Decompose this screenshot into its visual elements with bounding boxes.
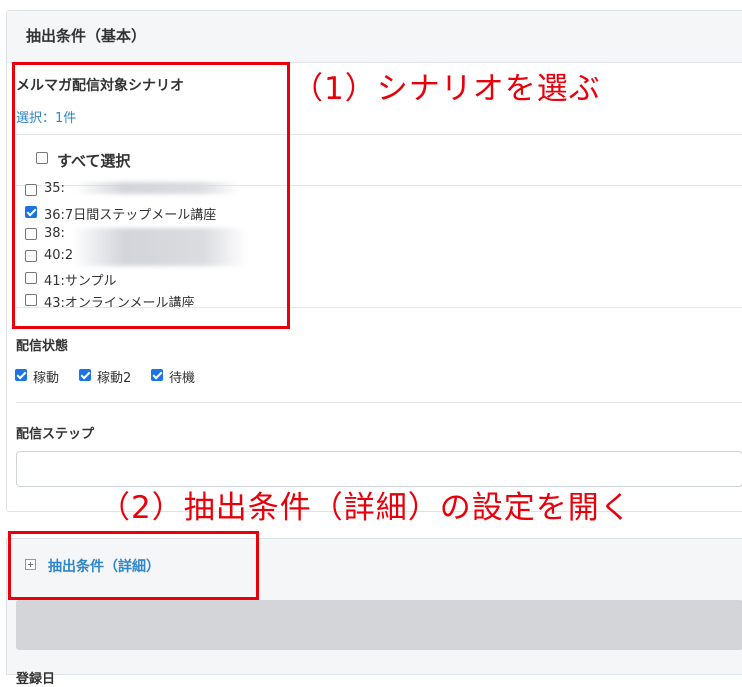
status-option-label: 稼動2	[97, 371, 132, 386]
panel-header: 抽出条件（基本）	[7, 11, 742, 63]
panel-title: 抽出条件（基本）	[26, 27, 147, 45]
highlight-box-detail	[8, 531, 259, 600]
step-label: 配信ステップ	[16, 427, 95, 442]
status-option-label: 待機	[169, 371, 196, 386]
status-checkbox[interactable]	[79, 369, 91, 381]
status-option-label: 稼動	[33, 371, 60, 386]
highlight-box-scenario	[12, 62, 290, 329]
annotation-step1: （1）シナリオを選ぶ	[292, 71, 601, 107]
annotation-step2: （2）抽出条件（詳細）の設定を開く	[99, 490, 632, 526]
divider	[16, 402, 742, 403]
status-checkbox[interactable]	[15, 369, 27, 381]
status-label: 配信状態	[16, 339, 69, 354]
registration-date-label: 登録日	[16, 672, 56, 687]
status-checkbox[interactable]	[151, 369, 163, 381]
collapsed-content-bar	[16, 600, 742, 650]
